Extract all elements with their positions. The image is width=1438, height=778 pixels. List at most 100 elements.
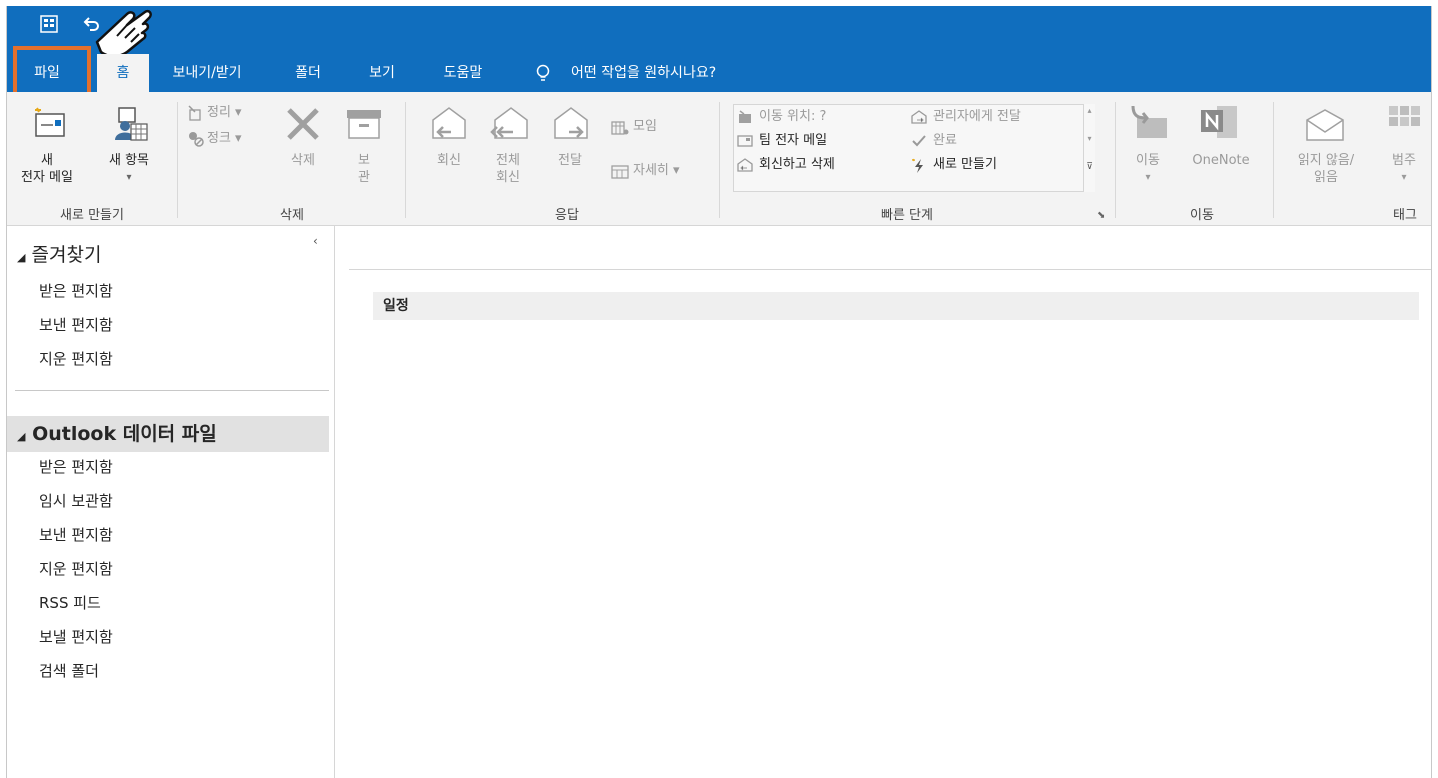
ribbon: 새 전자 메일 새 항목 ▾ 새로 만들기 정리 ▾ 정크 ▾ 삭제 보 관 삭… [7, 92, 1431, 226]
new-email-button[interactable]: 새 전자 메일 [11, 152, 83, 186]
outlook-window: 파일 홈 보내기/받기 폴더 보기 도움말 어떤 작업을 원하시나요? 새 전자… [6, 6, 1432, 778]
favorite-folder-item[interactable]: 지운 편지함 [39, 348, 113, 369]
forward-icon [554, 107, 588, 139]
favorite-folder-item[interactable]: 받은 편지함 [39, 280, 113, 301]
forward-button[interactable]: 전달 [547, 152, 593, 169]
move-to-icon [739, 110, 751, 123]
unread-read-label-1: 읽지 않음/ [1297, 153, 1355, 168]
archive-label-2: 관 [358, 170, 370, 185]
favorites-header[interactable]: ◢ 즐겨찾기 [17, 240, 101, 267]
delete-button[interactable]: 삭제 [277, 152, 329, 169]
unread-read-icon [1306, 109, 1344, 141]
move-label: 이동 [1136, 153, 1160, 168]
create-new-lightning-icon [912, 158, 923, 173]
ribbon-separator [1115, 102, 1116, 218]
move-folder-icon [1131, 105, 1167, 138]
new-items-icon [115, 107, 148, 141]
favorites-title: 즐겨찾기 [31, 244, 102, 266]
tab-file[interactable]: 파일 [21, 54, 73, 92]
tab-help[interactable]: 도움말 [431, 54, 495, 92]
junk-icon [189, 132, 204, 147]
more-respond-icon [611, 165, 629, 179]
unread-read-button[interactable]: 읽지 않음/ 읽음 [1287, 152, 1365, 186]
favorite-folder-item[interactable]: 보낸 편지함 [39, 314, 113, 335]
onenote-button[interactable]: OneNote [1183, 152, 1259, 169]
group-label-quick-steps: 빠른 단계 [881, 208, 933, 223]
quickstep-move-to[interactable]: 이동 위치: ? [759, 108, 826, 126]
calendar-header: 일정 [373, 292, 1419, 320]
categorize-button[interactable]: 범주 ▾ [1379, 152, 1429, 186]
pane-divider [15, 390, 329, 391]
delete-x-icon [287, 108, 319, 140]
data-file-title-bold: Outlook [32, 423, 117, 445]
tab-folder[interactable]: 폴더 [281, 54, 335, 92]
meeting-icon [611, 121, 629, 135]
reply-all-icon [490, 107, 528, 139]
lightbulb-icon [536, 64, 550, 81]
new-items-dropdown: ▾ [126, 172, 132, 183]
new-email-icon [35, 107, 65, 137]
expand-triangle-icon: ◢ [17, 251, 26, 264]
done-check-icon [912, 135, 926, 147]
quickstep-team-email[interactable]: 팀 전자 메일 [759, 132, 827, 150]
expand-triangle-icon: ◢ [17, 430, 26, 443]
archive-icon [347, 110, 381, 139]
quick-steps-launcher-icon[interactable]: ⬊ [1097, 210, 1105, 221]
categorize-dropdown-arrow: ▾ [1401, 172, 1407, 183]
team-email-icon [737, 135, 753, 147]
unread-read-label-2: 읽음 [1314, 170, 1338, 185]
collapse-pane-icon[interactable]: ‹ [313, 234, 318, 248]
reply-all-label-1: 전체 [496, 153, 520, 168]
new-items-button[interactable]: 새 항목 ▾ [93, 152, 165, 186]
more-respond-button[interactable]: 자세히 ▾ [633, 162, 680, 180]
move-dropdown-arrow: ▾ [1145, 172, 1151, 183]
outlook-qat-icon[interactable] [39, 14, 59, 34]
folder-item[interactable]: 보낼 편지함 [39, 626, 113, 647]
outlook-data-file-header[interactable]: ◢ Outlook 데이터 파일 [7, 416, 329, 452]
data-file-title-rest: 데이터 파일 [116, 423, 217, 445]
ribbon-separator [177, 102, 178, 218]
tab-home[interactable]: 홈 [97, 54, 149, 92]
tab-send-receive[interactable]: 보내기/받기 [157, 54, 257, 92]
folder-item[interactable]: 받은 편지함 [39, 456, 113, 477]
quickstep-create-new[interactable]: 새로 만들기 [933, 156, 997, 174]
move-button[interactable]: 이동 ▾ [1125, 152, 1171, 186]
quick-steps-scrollbar[interactable]: ▴ ▾ ⊽ [1083, 104, 1095, 192]
group-label-tags: 태그 [1393, 208, 1417, 223]
group-label-delete: 삭제 [280, 208, 304, 223]
new-email-label-1: 새 [41, 153, 53, 168]
reply-delete-icon [737, 158, 753, 172]
reply-all-label-2: 회신 [496, 170, 520, 185]
folder-item[interactable]: 검색 폴더 [39, 660, 99, 681]
ribbon-separator [719, 102, 720, 218]
folder-item[interactable]: RSS 피드 [39, 592, 101, 613]
ribbon-separator [405, 102, 406, 218]
categorize-label: 범주 [1392, 153, 1416, 168]
categorize-icon [1389, 106, 1420, 126]
new-email-label-2: 전자 메일 [21, 170, 73, 185]
archive-button[interactable]: 보 관 [347, 152, 381, 186]
folder-item[interactable]: 보낸 편지함 [39, 524, 113, 545]
quickstep-done[interactable]: 완료 [933, 132, 957, 150]
onenote-icon [1201, 106, 1237, 138]
ribbon-separator [1273, 102, 1274, 218]
archive-label-1: 보 [358, 153, 370, 168]
folder-item[interactable]: 임시 보관함 [39, 490, 113, 511]
folder-item[interactable]: 지운 편지함 [39, 558, 113, 579]
quickstep-reply-delete[interactable]: 회신하고 삭제 [759, 156, 835, 174]
quickstep-to-manager[interactable]: 관리자에게 전달 [933, 108, 1021, 126]
junk-button[interactable]: 정크 ▾ [207, 130, 242, 148]
group-label-new: 새로 만들기 [60, 208, 124, 223]
reply-button[interactable]: 회신 [427, 152, 471, 169]
reply-all-button[interactable]: 전체 회신 [485, 152, 531, 186]
content-divider [349, 269, 1431, 270]
tab-view[interactable]: 보기 [355, 54, 409, 92]
meeting-button[interactable]: 모임 [633, 118, 657, 136]
group-label-respond: 응답 [555, 208, 579, 223]
new-items-label-1: 새 항목 [108, 153, 149, 168]
tell-me-box[interactable]: 어떤 작업을 원하시나요? [571, 54, 716, 92]
reply-icon [432, 107, 466, 139]
cleanup-button[interactable]: 정리 ▾ [207, 104, 242, 122]
title-tab-bar: 파일 홈 보내기/받기 폴더 보기 도움말 어떤 작업을 원하시나요? [7, 6, 1431, 92]
to-manager-icon [911, 110, 927, 124]
